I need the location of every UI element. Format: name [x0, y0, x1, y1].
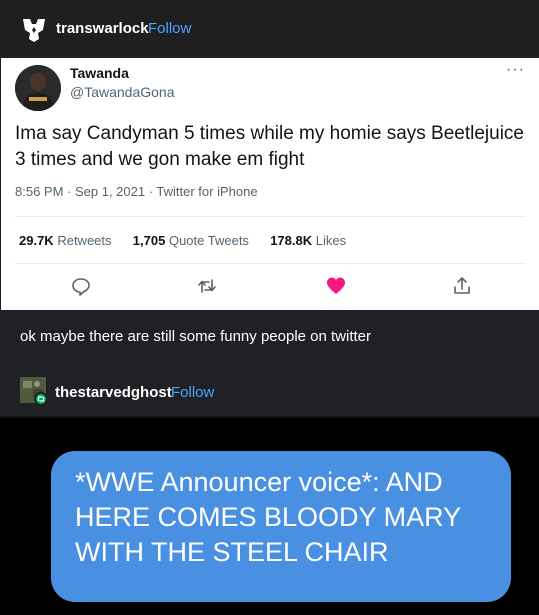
tweet-author-handle[interactable]: @TawandaGona	[70, 84, 175, 100]
divider	[15, 216, 525, 217]
likes-label[interactable]: Likes	[316, 233, 346, 248]
reblog-follow-button[interactable]: Follow	[171, 384, 214, 401]
reblog-badge-icon	[34, 392, 48, 406]
likes-count: 178.8K	[270, 233, 313, 248]
retweet-icon[interactable]	[192, 271, 222, 301]
reply-icon[interactable]	[66, 271, 96, 301]
retweets-label[interactable]: Retweets	[57, 233, 111, 248]
reblog-username[interactable]: thestarvedghost	[55, 384, 172, 401]
divider	[15, 263, 525, 264]
quotes-label[interactable]: Quote Tweets	[169, 233, 249, 248]
like-heart-icon[interactable]	[321, 271, 351, 301]
message-text: *WWE Announcer voice*: AND HERE COMES BL…	[75, 467, 461, 567]
share-icon[interactable]	[447, 271, 477, 301]
tweet-avatar[interactable]	[15, 65, 61, 111]
reblog-header: thestarvedghost Follow	[0, 364, 539, 418]
quotes-count: 1,705	[132, 233, 166, 248]
message-bubble: *WWE Announcer voice*: AND HERE COMES BL…	[51, 451, 511, 602]
post-username[interactable]: transwarlock	[56, 20, 149, 37]
more-options-icon[interactable]: ···	[506, 61, 525, 79]
post-header: transwarlock Follow	[0, 0, 539, 58]
user-avatar[interactable]	[20, 15, 48, 43]
tweet-actions	[1, 271, 539, 301]
tweet-stats: 29.7K Retweets 1,705 Quote Tweets 178.8K…	[19, 233, 346, 248]
follow-button[interactable]: Follow	[148, 20, 191, 37]
retweets-count: 29.7K	[19, 233, 54, 248]
message-screenshot: *WWE Announcer voice*: AND HERE COMES BL…	[0, 418, 539, 615]
caption-text: ok maybe there are still some funny peop…	[20, 328, 372, 345]
tweet-author-name[interactable]: Tawanda	[70, 65, 129, 81]
tweet-meta: 8:56 PM · Sep 1, 2021 · Twitter for iPho…	[15, 184, 258, 199]
post-caption: ok maybe there are still some funny peop…	[0, 310, 539, 364]
tweet-text: Ima say Candyman 5 times while my homie …	[15, 123, 524, 170]
tweet-card: Tawanda @TawandaGona ··· Ima say Candyma…	[1, 58, 539, 310]
